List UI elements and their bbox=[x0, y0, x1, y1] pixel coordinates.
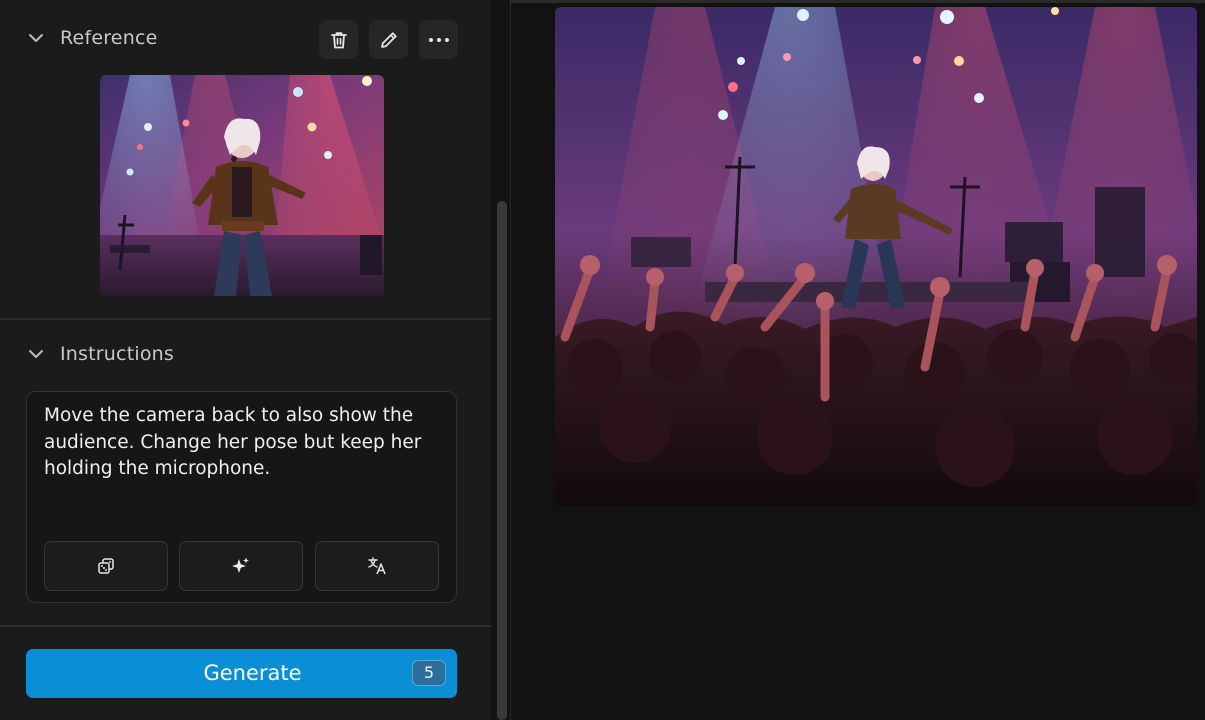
reference-section-title: Reference bbox=[60, 27, 158, 49]
generated-result-image[interactable] bbox=[555, 7, 1197, 506]
translate-prompt-button[interactable] bbox=[315, 541, 439, 591]
panel-scrollbar-thumb[interactable] bbox=[497, 201, 507, 720]
pencil-icon bbox=[379, 30, 399, 50]
more-options-button[interactable] bbox=[419, 20, 458, 59]
randomize-prompt-button[interactable] bbox=[44, 541, 168, 591]
chevron-down-icon bbox=[26, 344, 46, 364]
sparkles-icon bbox=[231, 556, 251, 576]
instructions-input[interactable]: Move the camera back to also show the au… bbox=[26, 391, 457, 603]
more-horizontal-icon bbox=[428, 37, 450, 43]
translate-icon bbox=[367, 556, 387, 576]
reference-image[interactable] bbox=[100, 75, 384, 296]
app-root: Reference Instructions Move the camera b… bbox=[0, 0, 1205, 720]
enhance-prompt-button[interactable] bbox=[179, 541, 303, 591]
settings-panel: Reference Instructions Move the camera b… bbox=[0, 0, 491, 720]
edit-reference-button[interactable] bbox=[369, 20, 408, 59]
dice-icon bbox=[97, 557, 115, 575]
instructions-text[interactable]: Move the camera back to also show the au… bbox=[44, 403, 444, 483]
generate-button[interactable]: Generate 5 bbox=[26, 649, 457, 698]
delete-reference-button[interactable] bbox=[319, 20, 358, 59]
instructions-section-toggle[interactable]: Instructions bbox=[26, 340, 174, 368]
chevron-down-icon bbox=[26, 28, 46, 48]
section-divider bbox=[0, 318, 491, 320]
reference-toolbar bbox=[319, 20, 458, 59]
credits-cost-badge: 5 bbox=[412, 660, 446, 686]
section-divider bbox=[0, 625, 491, 627]
trash-icon bbox=[329, 30, 349, 50]
reference-section-toggle[interactable]: Reference bbox=[26, 24, 157, 52]
instructions-section-title: Instructions bbox=[60, 343, 174, 365]
